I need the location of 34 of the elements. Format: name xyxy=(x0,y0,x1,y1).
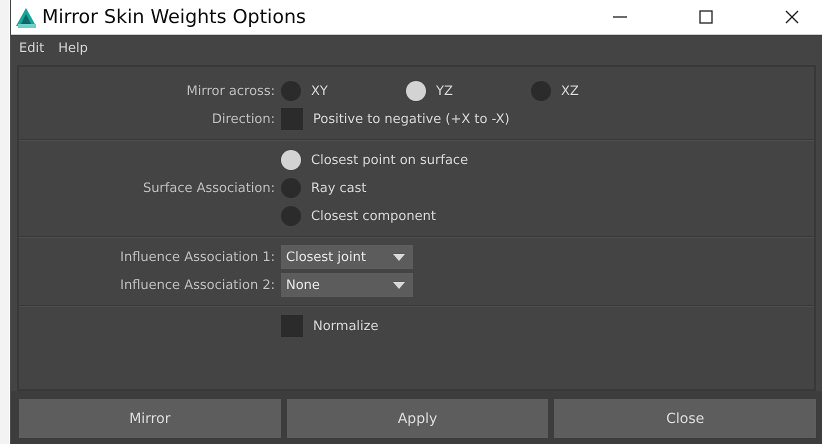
dropdown[interactable]: None xyxy=(281,273,413,297)
app-icon xyxy=(16,6,38,28)
checkbox-label: Normalize xyxy=(313,318,378,334)
dropdown-arrow-icon xyxy=(393,282,405,288)
field-label: Direction: xyxy=(212,112,275,126)
option-label: Closest point on surface xyxy=(311,152,468,168)
dropdown-arrow-icon xyxy=(393,254,405,260)
radio-button[interactable] xyxy=(281,150,301,170)
checkbox[interactable] xyxy=(281,108,303,130)
radio-button[interactable] xyxy=(281,81,301,101)
field-label: Mirror across: xyxy=(186,84,275,98)
dialog-button[interactable]: Mirror xyxy=(19,399,281,438)
field-label: Influence Association 1: xyxy=(120,250,275,264)
radio-button[interactable] xyxy=(406,81,426,101)
checkbox-label: Positive to negative (+X to -X) xyxy=(313,112,510,126)
option-label: YZ xyxy=(436,84,453,98)
field-label: Influence Association 2: xyxy=(120,278,275,292)
dropdown[interactable]: Closest joint xyxy=(281,245,413,269)
close-icon[interactable] xyxy=(784,9,800,25)
option-label: XZ xyxy=(561,84,579,98)
maximize-icon[interactable] xyxy=(698,9,714,25)
radio-button[interactable] xyxy=(531,81,551,101)
option-label: Ray cast xyxy=(311,180,367,196)
window-title: Mirror Skin Weights Options xyxy=(42,6,307,28)
radio-button[interactable] xyxy=(281,178,301,198)
radio-button[interactable] xyxy=(281,206,301,226)
field-label: Surface Association: xyxy=(142,180,275,196)
option-label: XY xyxy=(311,84,328,98)
menu-item[interactable]: Edit xyxy=(19,40,44,56)
dialog-button[interactable]: Close xyxy=(554,399,816,438)
dialog-button[interactable]: Apply xyxy=(286,399,548,438)
checkbox[interactable] xyxy=(281,315,303,337)
option-label: Closest component xyxy=(311,208,436,224)
menu-item[interactable]: Help xyxy=(58,40,88,56)
